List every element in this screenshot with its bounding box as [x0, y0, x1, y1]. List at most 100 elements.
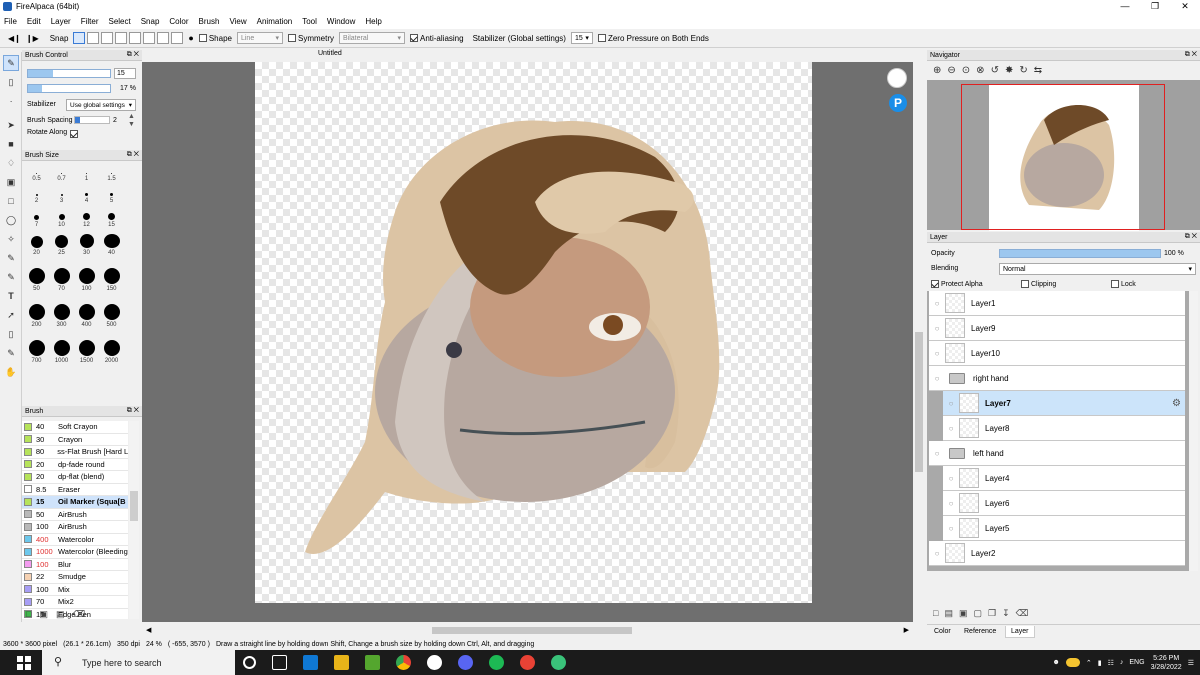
brush-size-option[interactable]: 70 [49, 262, 74, 292]
brush-stabilizer-dropdown[interactable]: Use global settings ▾ [66, 99, 136, 111]
visibility-icon[interactable]: ○ [929, 449, 945, 458]
clipping-checkbox[interactable] [1021, 280, 1029, 288]
layer-opacity-slider[interactable] [999, 249, 1161, 258]
brush-item[interactable]: 400 Watercolor [22, 533, 128, 546]
brush-size-option[interactable]: 3 [49, 188, 74, 204]
rotate-along-checkbox[interactable] [70, 129, 78, 138]
select-eraser-icon[interactable]: ✎ [3, 269, 19, 285]
taskbar-search[interactable]: ⚲ Type here to search [42, 650, 235, 675]
visibility-icon[interactable]: ○ [943, 474, 959, 483]
menu-brush[interactable]: Brush [199, 17, 220, 26]
brush-size-option[interactable]: 7 [24, 210, 49, 228]
delete-brush-icon[interactable]: ⌫ [72, 609, 85, 620]
brush-item[interactable]: 50 AirBrush [22, 508, 128, 521]
brush-size-option[interactable]: 400 [74, 298, 99, 328]
next-frame-icon[interactable]: ❙▶ [26, 34, 39, 43]
menu-animation[interactable]: Animation [257, 17, 293, 26]
rotate-reset-icon[interactable]: ✸ [1005, 65, 1013, 76]
mail-icon[interactable] [303, 655, 318, 670]
select-tool-icon[interactable]: □ [3, 193, 19, 209]
brush-opacity-slider[interactable] [27, 84, 111, 93]
fill-rect-icon[interactable]: ■ [3, 136, 19, 152]
minecraft-icon[interactable] [365, 655, 380, 670]
visibility-icon[interactable]: ○ [943, 424, 959, 433]
menu-tool[interactable]: Tool [302, 17, 317, 26]
minimize-button[interactable]: — [1110, 1, 1140, 12]
brush-item[interactable]: 15 Oil Marker (Squa[B [22, 496, 128, 509]
brush-item[interactable]: 20 dp-fade round [22, 458, 128, 471]
layer-row[interactable]: ○ Layer1 [929, 291, 1185, 316]
brush-item[interactable]: 100 Mix [22, 583, 128, 596]
viewport-frame[interactable] [961, 84, 1165, 230]
shape-toggle[interactable]: Shape [198, 34, 232, 43]
blending-dropdown[interactable]: Normal ▾ [999, 263, 1196, 275]
volume-icon[interactable]: ♪ [1120, 659, 1124, 666]
brush-size-option[interactable]: 5 [99, 188, 124, 204]
maximize-button[interactable]: ❐ [1140, 1, 1170, 12]
menu-filter[interactable]: Filter [81, 17, 99, 26]
cortana-icon[interactable] [243, 656, 256, 669]
symmetry-checkbox[interactable] [287, 34, 296, 43]
snap-vanishing-icon[interactable] [115, 32, 128, 44]
snap-settings-icon[interactable]: ● [188, 33, 193, 43]
weather-icon[interactable] [1065, 658, 1080, 667]
picsart-icon[interactable]: P [889, 94, 907, 112]
text-tool-icon[interactable]: T [3, 288, 19, 304]
protect-alpha-toggle[interactable]: Protect Alpha [931, 280, 983, 288]
file-explorer-icon[interactable] [334, 655, 349, 670]
menu-view[interactable]: View [229, 17, 246, 26]
brush-size-option[interactable]: 1500 [74, 334, 99, 364]
zoom-in-icon[interactable]: ⊕ [933, 65, 941, 76]
visibility-icon[interactable]: ○ [929, 299, 945, 308]
brush-size-option[interactable]: 0.5 [24, 164, 49, 182]
menu-edit[interactable]: Edit [27, 17, 41, 26]
brush-size-option[interactable]: 500 [99, 298, 124, 328]
brush-size-option[interactable]: 100 [74, 262, 99, 292]
visibility-icon[interactable]: ○ [929, 324, 945, 333]
prev-frame-icon[interactable]: ◀❙ [8, 34, 21, 43]
layer-row[interactable]: ○ Layer9 [929, 316, 1185, 341]
brush-item[interactable]: 80 ss-Flat Brush [Hard Li [22, 446, 128, 459]
gradient-tool-icon[interactable]: ▣ [3, 174, 19, 190]
layer-row[interactable]: ○ Layer10 [929, 341, 1185, 366]
clock[interactable]: 5:26 PM 3/28/2022 [1151, 654, 1182, 672]
zoom-fit-icon[interactable]: ⊙ [962, 65, 970, 76]
brush-item[interactable]: 1000 Watercolor (Bleeding [22, 546, 128, 559]
brush-size-option[interactable]: 50 [24, 262, 49, 292]
shape-checkbox[interactable] [198, 34, 207, 43]
navigator-preview[interactable] [927, 80, 1200, 231]
discord-icon[interactable] [458, 655, 473, 670]
scroll-left-icon[interactable]: ◀ [146, 626, 151, 634]
close-button[interactable]: ✕ [1170, 1, 1200, 12]
snap-curve-icon[interactable] [157, 32, 170, 44]
layer-row[interactable]: ○ Layer4 [943, 466, 1185, 491]
brush-size-option[interactable]: 300 [49, 298, 74, 328]
snap-3d-icon[interactable] [171, 32, 184, 44]
chrome-profile-icon[interactable] [520, 655, 535, 670]
duplicate-layer-icon[interactable]: ❐ [988, 608, 996, 619]
pen-tool-icon[interactable]: ✎ [3, 55, 19, 71]
panel-scroll-arrows[interactable]: ▲ ▼ [128, 113, 135, 129]
tab-reference[interactable]: Reference [964, 628, 996, 635]
delete-layer-icon[interactable]: ⌫ [1016, 608, 1029, 619]
zero-pressure-toggle[interactable]: Zero Pressure on Both Ends [597, 34, 709, 43]
select-pen-icon[interactable]: ✎ [3, 250, 19, 266]
antialias-toggle[interactable]: Anti-aliasing [409, 34, 464, 43]
new-1bit-layer-icon[interactable]: ▣ [959, 608, 968, 619]
stabilizer-dropdown[interactable]: 15 ▾ [570, 32, 593, 44]
tab-color[interactable]: Color [934, 628, 951, 635]
brush-list-scrollbar[interactable] [129, 421, 139, 619]
firealpaca-taskbar-icon[interactable] [427, 655, 442, 670]
brush-size-option[interactable]: 10 [49, 210, 74, 228]
brush-size-option[interactable]: 20 [24, 234, 49, 256]
flip-icon[interactable]: ⇆ [1034, 65, 1042, 76]
brush-item[interactable]: 22 Smudge [22, 571, 128, 584]
brush-size-option[interactable]: 1 [74, 164, 99, 182]
chrome-icon[interactable] [396, 655, 411, 670]
menu-layer[interactable]: Layer [51, 17, 71, 26]
notifications-icon[interactable]: ☰ [1188, 659, 1194, 667]
layer-row[interactable]: ○ Layer5 [943, 516, 1185, 541]
menu-help[interactable]: Help [365, 17, 381, 26]
canvas-horizontal-scrollbar[interactable]: ◀ ▶ [142, 625, 927, 636]
bucket-tool-icon[interactable]: ♢ [3, 155, 19, 171]
